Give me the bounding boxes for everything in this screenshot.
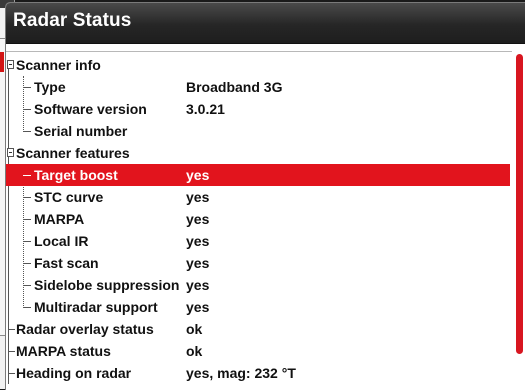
tree-row-marpa-status[interactable]: MARPA status ok: [6, 340, 510, 362]
tree-row-stc-curve[interactable]: STC curve yes: [6, 186, 510, 208]
status-tree[interactable]: Scanner info Type Broadband 3G Software …: [6, 51, 512, 390]
dialog-titlebar: Radar Status: [6, 3, 525, 44]
row-label: Heading on radar: [16, 365, 132, 381]
row-value: yes: [186, 167, 210, 183]
tree-tick: [23, 109, 31, 110]
collapse-icon[interactable]: [7, 148, 14, 157]
row-label: Serial number: [34, 123, 128, 139]
vertical-scrollbar[interactable]: [513, 51, 525, 390]
tree-row-type[interactable]: Type Broadband 3G: [6, 76, 510, 98]
tree-row-heading-on-radar[interactable]: Heading on radar yes, mag: 232 °T: [6, 362, 510, 384]
tree-tick: [8, 329, 15, 330]
row-label: Radar overlay status: [16, 321, 154, 337]
dialog-title: Radar Status: [13, 10, 132, 31]
scrollbar-thumb[interactable]: [516, 54, 523, 354]
row-label: MARPA: [34, 211, 85, 227]
tree-tick: [23, 87, 31, 88]
row-label: Target boost: [34, 167, 118, 183]
tree-row-serial-number[interactable]: Serial number: [6, 120, 510, 142]
background-selection-edge: [0, 52, 4, 72]
radar-status-dialog: Radar Status Scanner info Type Broadband…: [5, 2, 525, 390]
row-label: Sidelobe suppression: [34, 277, 180, 293]
row-value: ok: [186, 321, 203, 337]
collapse-icon[interactable]: [7, 60, 14, 69]
tree-row-multiradar-support[interactable]: Multiradar support yes: [6, 296, 510, 318]
tree-row-software-version[interactable]: Software version 3.0.21: [6, 98, 510, 120]
row-value: yes: [186, 211, 210, 227]
tree-row-sidelobe-suppression[interactable]: Sidelobe suppression yes: [6, 274, 510, 296]
row-label: Software version: [34, 101, 147, 117]
tree-row-marpa[interactable]: MARPA yes: [6, 208, 510, 230]
row-label: Multiradar support: [34, 299, 158, 315]
tree-node-scanner-info[interactable]: Scanner info: [6, 54, 510, 76]
row-label: MARPA status: [16, 343, 111, 359]
tree-tick: [23, 219, 31, 220]
tree-tick: [23, 285, 31, 286]
row-value: yes: [186, 299, 210, 315]
tree-tick: [8, 373, 15, 374]
tree-row-radar-overlay-status[interactable]: Radar overlay status ok: [6, 318, 510, 340]
row-value: ok: [186, 343, 203, 359]
tree-tick: [8, 351, 15, 352]
row-value: yes: [186, 189, 210, 205]
tree-tick: [23, 307, 31, 308]
row-value: 3.0.21: [186, 101, 225, 117]
row-value: yes: [186, 277, 210, 293]
row-label: Fast scan: [34, 255, 99, 271]
row-value: Broadband 3G: [186, 79, 283, 95]
row-value: yes: [186, 233, 210, 249]
tree-tick: [23, 263, 31, 264]
row-label: Scanner info: [16, 57, 101, 73]
tree-row-target-boost[interactable]: Target boost yes: [6, 164, 510, 186]
row-value: yes: [186, 255, 210, 271]
row-label: STC curve: [34, 189, 104, 205]
tree-row-local-ir[interactable]: Local IR yes: [6, 230, 510, 252]
tree-row-fast-scan[interactable]: Fast scan yes: [6, 252, 510, 274]
row-value: yes, mag: 232 °T: [186, 365, 296, 381]
row-label: Local IR: [34, 233, 89, 249]
tree-tick: [23, 241, 31, 242]
row-label: Type: [34, 79, 66, 95]
tree-node-scanner-features[interactable]: Scanner features: [6, 142, 510, 164]
row-label: Scanner features: [16, 145, 130, 161]
tree-tick: [23, 175, 31, 176]
tree-tick: [23, 197, 31, 198]
tree-tick: [23, 131, 31, 132]
